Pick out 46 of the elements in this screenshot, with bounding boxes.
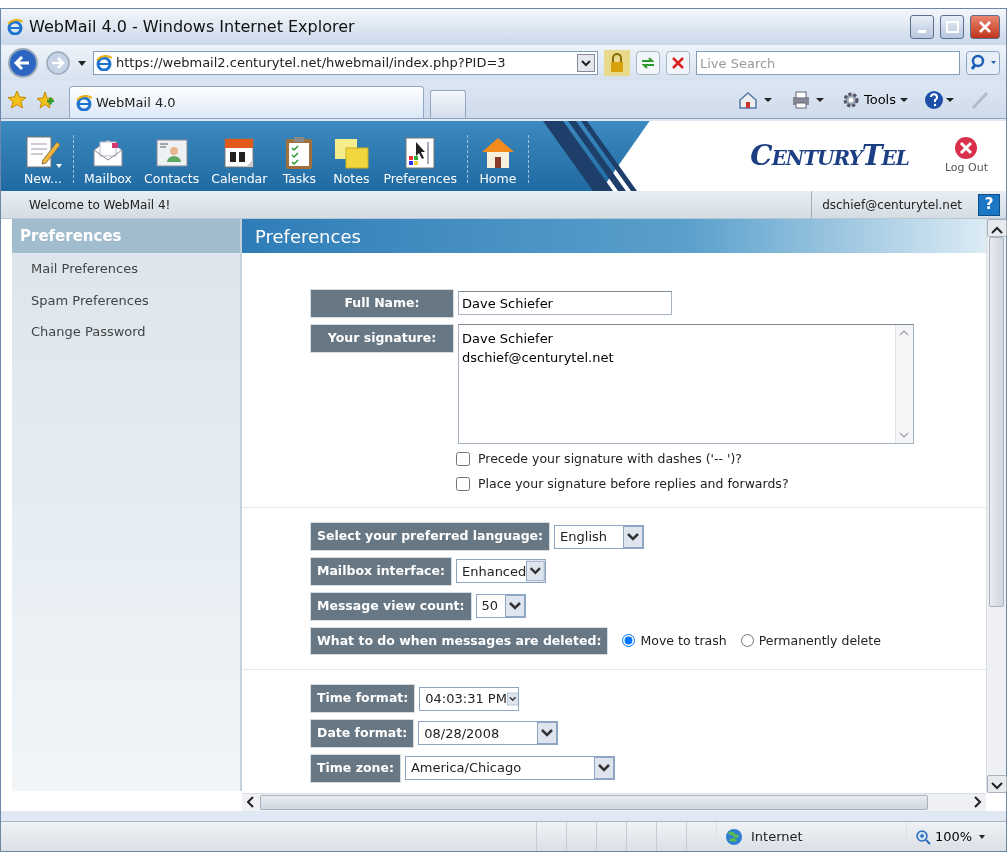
field-label: Date format: [310,719,415,748]
toolbar-button[interactable]: Tasks [273,121,326,191]
logo-text: CenturyTel [750,138,909,174]
radio-label: Permanently delete [758,631,881,650]
field-label: Your signature: [310,323,454,353]
field-label: Full Name: [310,289,454,318]
select-field[interactable]: English [554,524,645,549]
radio-label: Move to trash [640,631,727,650]
user-email: dschief@centurytel.net [811,191,972,218]
checkbox-label: Place your signature before replies and forwards? [478,474,789,493]
toolbar-button[interactable]: Home [471,121,524,191]
field-label: Mailbox interface: [310,557,452,586]
field-label: Message view count: [310,591,472,621]
field-label: Time zone: [310,753,401,783]
tools-menu[interactable]: Tools [841,90,908,110]
sidebar-title: Preferences [12,219,240,253]
field-label: What to do when messages are deleted: [310,626,609,656]
signature-field[interactable]: Dave Schiefer dschief@centurytel.net [458,323,914,444]
sidebar-link[interactable]: Mail Preferences [12,253,240,285]
browser-tab[interactable]: WebMail 4.0 [69,86,424,118]
toolbar-button[interactable]: Mailbox [78,121,138,191]
search-field[interactable]: Live Search [696,51,960,75]
address-field[interactable]: https://webmail2.centurytel.net/hwebmail/index.php?PID=3 [93,51,598,75]
sidebar-link[interactable]: Spam Preferences [12,284,240,316]
zoom-control[interactable]: 100% [906,822,1006,851]
select-field[interactable]: 04:03:31 PM [419,686,520,711]
sidebar-link[interactable]: Change Password [12,316,240,348]
select-field[interactable]: 50 [475,594,526,619]
toolbar-button[interactable]: Calendar [205,121,274,191]
help-button[interactable]: ? [978,193,1000,216]
toolbar-button[interactable]: Contacts [138,121,206,191]
logout-button[interactable]: Log Out [938,134,994,178]
name-field[interactable]: Dave Schiefer [458,291,672,316]
select-field[interactable]: Enhanced [455,559,546,584]
window-title: WebMail 4.0 - Windows Internet Explorer [29,16,356,38]
select-field[interactable]: 08/28/2008 [418,721,559,746]
toolbar-button[interactable]: New... [17,121,69,191]
toolbar-button[interactable]: Notes [325,121,378,191]
page-header: Preferences [242,219,986,253]
checkbox-label: Precede your signature with dashes ('-- ')? [478,449,742,468]
field-label: Select your preferred language: [310,522,551,551]
field-label: Time format: [310,684,416,713]
toolbar-button[interactable]: Preferences [377,121,463,191]
select-field[interactable]: America/Chicago [404,756,615,781]
security-zone: Internet [751,827,803,846]
welcome-text: Welcome to WebMail 4! [28,196,172,214]
